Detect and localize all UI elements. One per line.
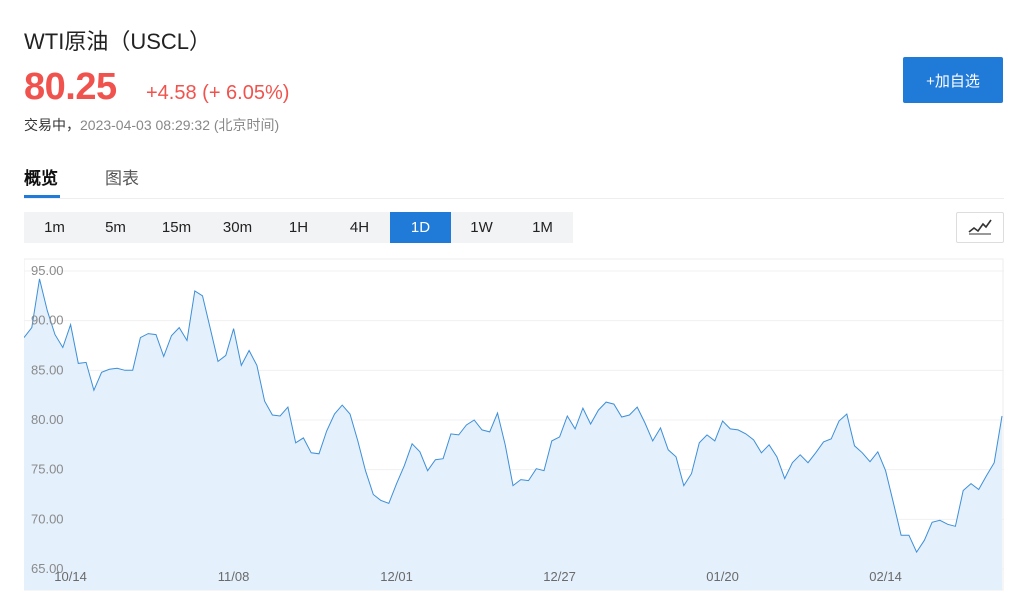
price-chart[interactable]: 95.00 90.00 85.00 80.00 75.00 70.00 65.00 10/14… (24, 256, 1004, 591)
range-4h[interactable]: 4H (329, 212, 390, 243)
tab-bar: 概览 图表 (24, 160, 1004, 199)
trading-status: 交易中，2023-04-03 08:29:32 (北京时间) (24, 115, 279, 135)
range-1d[interactable]: 1D (390, 212, 451, 243)
x-tick-label: 11/08 (218, 569, 250, 584)
timestamp: 2023-04-03 08:29:32 (北京时间) (80, 117, 280, 133)
y-tick-label: 95.00 (31, 263, 64, 278)
chart-type-button[interactable] (956, 212, 1004, 243)
tab-overview[interactable]: 概览 (24, 164, 58, 189)
x-tick-label: 10/14 (54, 569, 87, 584)
range-30m[interactable]: 30m (207, 212, 268, 243)
y-tick-label: 85.00 (31, 362, 64, 377)
range-1h[interactable]: 1H (268, 212, 329, 243)
active-tab-indicator (24, 195, 60, 198)
page-title: WTI原油（USCL） (24, 29, 212, 54)
y-tick-label: 80.00 (31, 412, 64, 427)
price-change: +4.58 (+ 6.05%) (146, 82, 290, 104)
price-chart-svg: 95.0090.0085.0080.0075.0070.0065.0010/14… (24, 258, 1004, 591)
add-to-watchlist-button[interactable]: +加自选 (903, 57, 1003, 103)
status-label: 交易中， (24, 117, 80, 133)
x-tick-label: 02/14 (869, 569, 902, 584)
range-1w[interactable]: 1W (451, 212, 512, 243)
range-15m[interactable]: 15m (146, 212, 207, 243)
x-tick-label: 01/20 (706, 569, 739, 584)
x-tick-label: 12/01 (380, 569, 413, 584)
y-tick-label: 75.00 (31, 462, 64, 477)
y-tick-label: 70.00 (31, 511, 64, 526)
range-1m[interactable]: 1m (24, 212, 85, 243)
range-1mo[interactable]: 1M (512, 212, 573, 243)
price-area (24, 278, 1002, 590)
y-tick-label: 90.00 (31, 313, 64, 328)
line-chart-icon (968, 219, 992, 235)
last-price: 80.25 (24, 66, 117, 108)
x-tick-label: 12/27 (543, 569, 576, 584)
range-5m[interactable]: 5m (85, 212, 146, 243)
tab-chart[interactable]: 图表 (105, 164, 139, 189)
time-range-selector: 1m 5m 15m 30m 1H 4H 1D 1W 1M (24, 212, 573, 243)
